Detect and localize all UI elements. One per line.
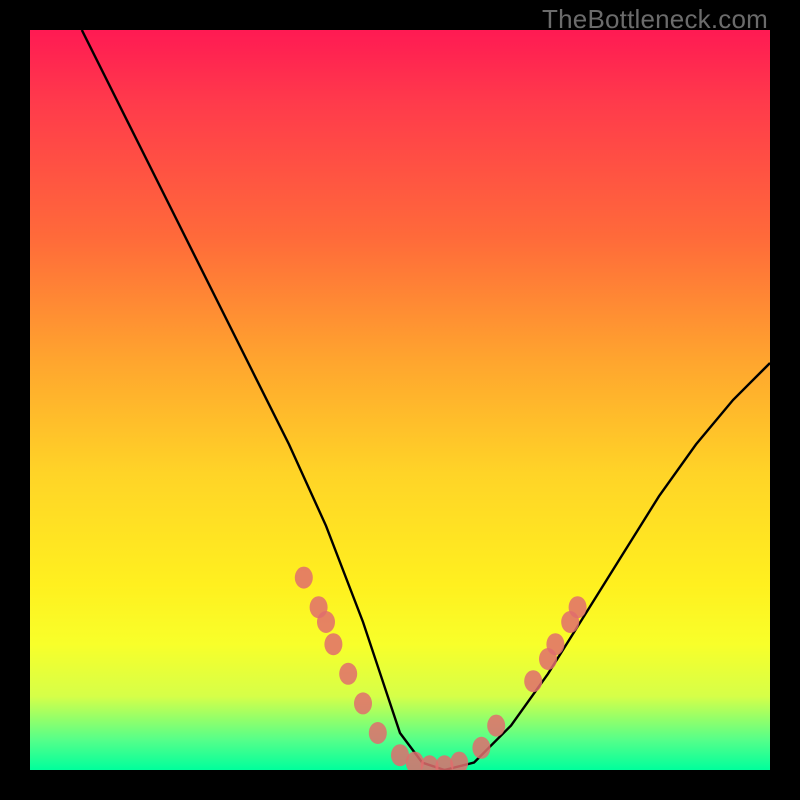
- curve-marker: [472, 737, 490, 759]
- curve-marker: [339, 663, 357, 685]
- curve-marker: [295, 567, 313, 589]
- curve-marker: [487, 715, 505, 737]
- curve-markers: [295, 567, 587, 770]
- curve-marker: [324, 633, 342, 655]
- plot-area: [30, 30, 770, 770]
- curve-marker: [546, 633, 564, 655]
- curve-marker: [569, 596, 587, 618]
- curve-marker: [369, 722, 387, 744]
- bottleneck-curve-path: [82, 30, 770, 770]
- bottleneck-curve-svg: [30, 30, 770, 770]
- curve-marker: [450, 752, 468, 770]
- curve-marker: [524, 670, 542, 692]
- curve-marker: [317, 611, 335, 633]
- curve-marker: [354, 692, 372, 714]
- chart-frame: TheBottleneck.com: [0, 0, 800, 800]
